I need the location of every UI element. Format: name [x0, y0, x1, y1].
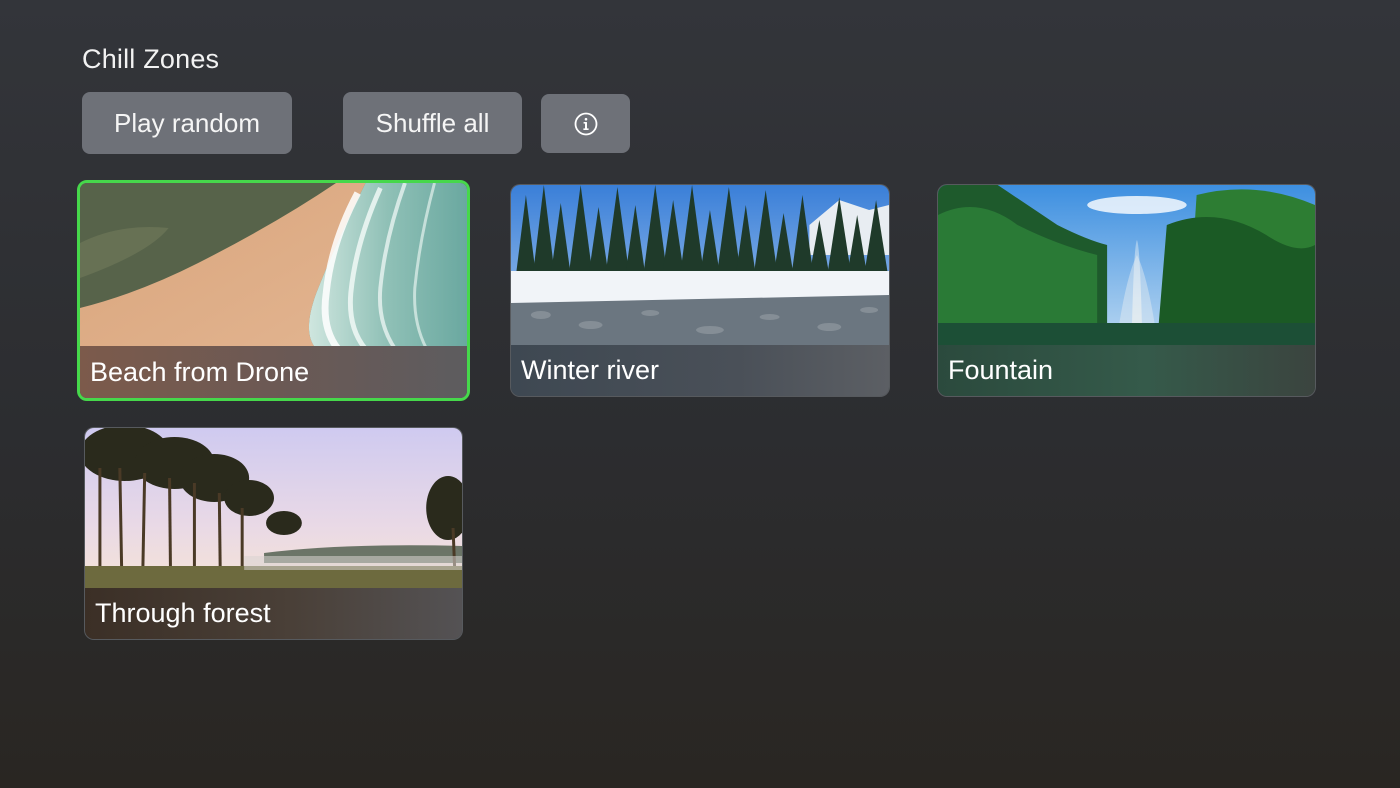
play-random-button[interactable]: Play random — [82, 92, 292, 154]
video-card-label-band: Through forest — [85, 588, 462, 639]
video-card-through-forest[interactable]: Through forest — [84, 427, 463, 640]
video-card-beach-from-drone[interactable]: Beach from Drone — [77, 180, 470, 401]
video-card-winter-river[interactable]: Winter river — [510, 184, 890, 397]
winter-river-thumbnail — [511, 185, 889, 347]
info-circle-icon — [574, 112, 597, 135]
video-card-fountain[interactable]: Fountain — [937, 184, 1316, 397]
page-title: Chill Zones — [82, 44, 220, 74]
shuffle-all-button[interactable]: Shuffle all — [343, 92, 522, 154]
info-button[interactable] — [541, 94, 630, 153]
fountain-thumbnail — [938, 185, 1315, 347]
video-card-title: Winter river — [521, 355, 660, 385]
video-card-title: Beach from Drone — [90, 356, 310, 387]
video-card-label-band: Winter river — [511, 345, 889, 396]
beach-thumbnail — [80, 183, 467, 349]
video-card-label-band: Fountain — [938, 345, 1315, 396]
forest-thumbnail — [85, 428, 462, 590]
video-card-label-band: Beach from Drone — [80, 346, 467, 398]
video-card-title: Through forest — [95, 598, 271, 628]
video-card-title: Fountain — [948, 355, 1054, 385]
